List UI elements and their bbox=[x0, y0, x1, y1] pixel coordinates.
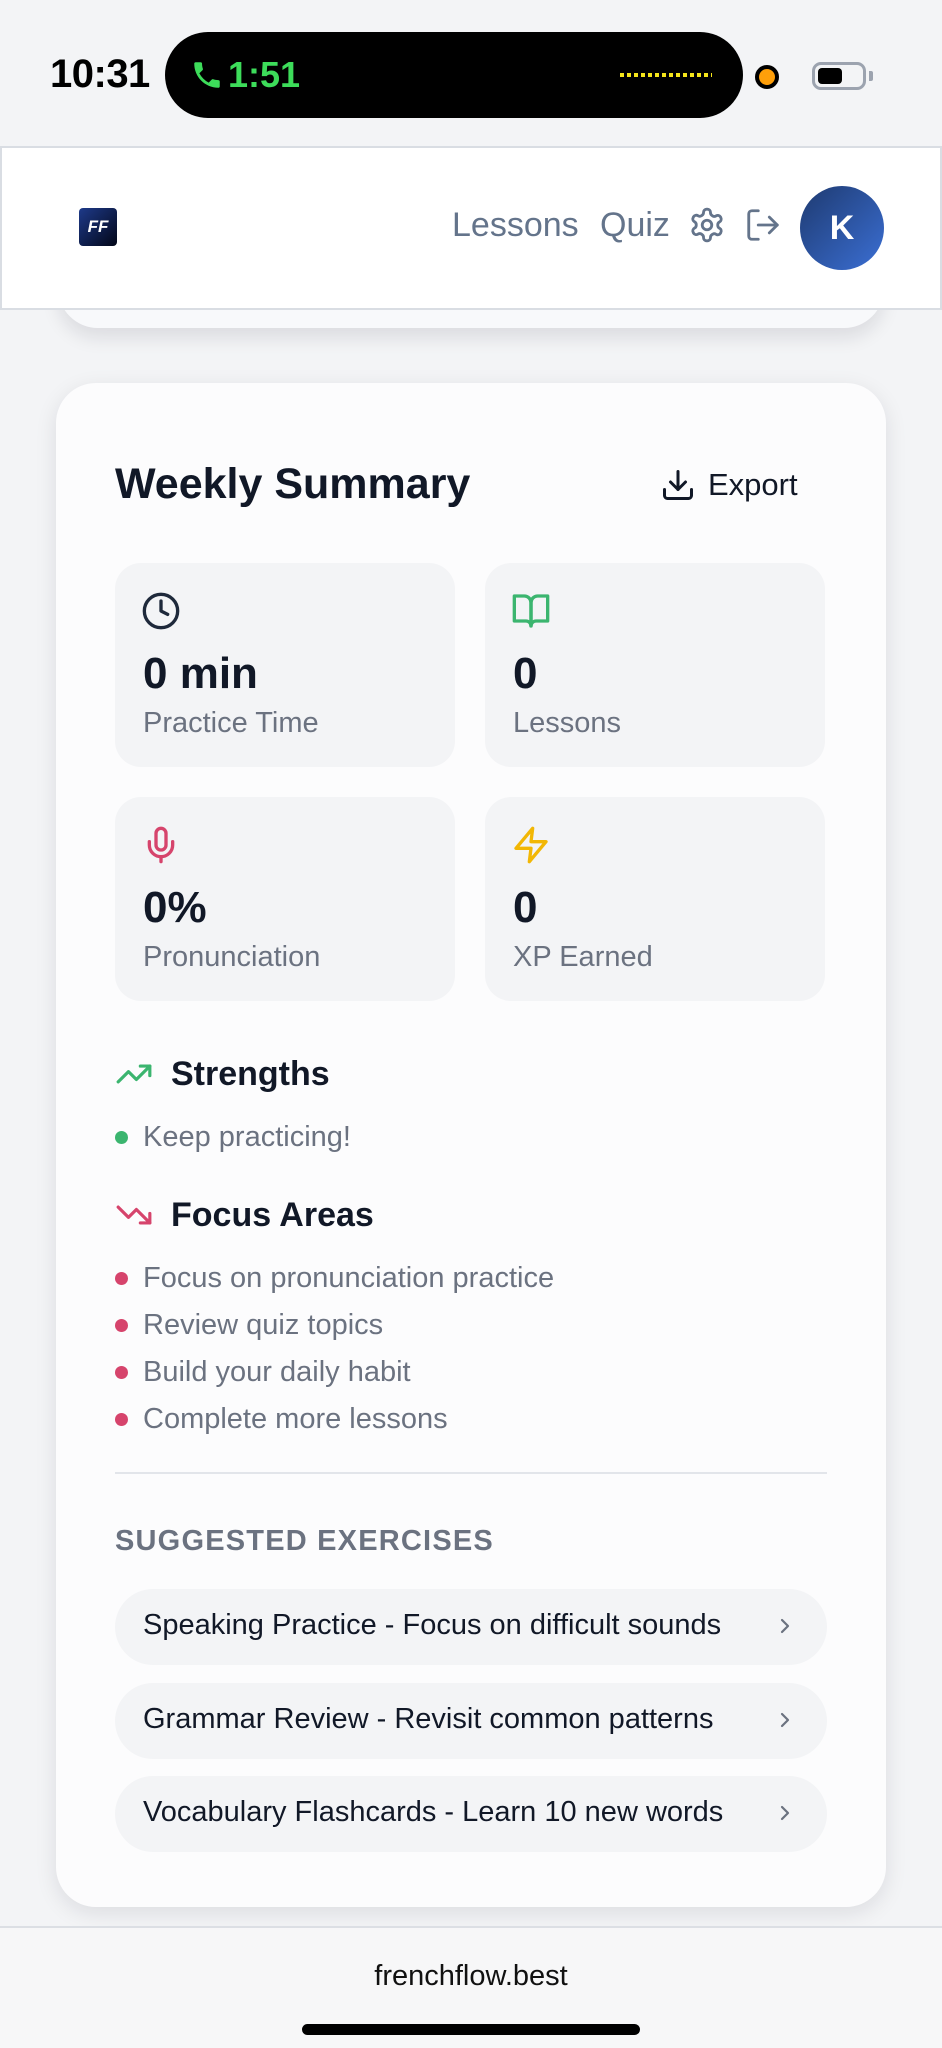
user-avatar[interactable]: K bbox=[800, 186, 884, 270]
stat-value: 0 bbox=[513, 649, 538, 698]
mic-icon bbox=[147, 826, 175, 864]
stat-label: Pronunciation bbox=[143, 941, 321, 973]
export-button[interactable]: Export bbox=[660, 458, 830, 512]
strengths-title: Strengths bbox=[171, 1054, 330, 1093]
exercise-label: Speaking Practice - Focus on difficult s… bbox=[143, 1609, 722, 1641]
stat-xp-earned: 0 XP Earned bbox=[485, 797, 825, 1001]
book-open-icon bbox=[512, 594, 550, 628]
list-item: Complete more lessons bbox=[115, 1399, 554, 1446]
stat-practice-time: 0 min Practice Time bbox=[115, 563, 455, 767]
url-text[interactable]: frenchflow.best bbox=[0, 1960, 942, 1993]
strengths-list: Keep practicing! bbox=[115, 1117, 351, 1164]
settings-gear-icon[interactable] bbox=[688, 206, 726, 244]
focus-areas-title: Focus Areas bbox=[171, 1195, 374, 1234]
call-timer: 1:51 bbox=[228, 54, 301, 95]
list-item: Focus on pronunciation practice bbox=[115, 1258, 554, 1305]
stat-value: 0 bbox=[513, 883, 538, 932]
trending-down-icon bbox=[116, 1205, 152, 1225]
export-label: Export bbox=[708, 467, 798, 502]
stat-label: Lessons bbox=[513, 707, 622, 739]
strengths-heading: Strengths bbox=[115, 1049, 330, 1099]
stat-lessons: 0 Lessons bbox=[485, 563, 825, 767]
zap-icon bbox=[514, 826, 548, 864]
weekly-summary-card: Weekly Summary Export 0 min Practice Tim… bbox=[56, 383, 886, 1907]
chevron-right-icon bbox=[780, 1618, 790, 1634]
exercise-vocabulary-flashcards[interactable]: Vocabulary Flashcards - Learn 10 new wor… bbox=[115, 1776, 827, 1852]
dynamic-island[interactable]: 1:51 bbox=[165, 32, 743, 118]
stat-label: XP Earned bbox=[513, 941, 653, 973]
logout-icon[interactable] bbox=[744, 206, 782, 244]
nav-quiz-link[interactable]: Quiz bbox=[600, 206, 670, 245]
focus-areas-list: Focus on pronunciation practice Review q… bbox=[115, 1258, 554, 1446]
stat-pronunciation: 0% Pronunciation bbox=[115, 797, 455, 1001]
suggested-exercises-title: SUGGESTED EXERCISES bbox=[115, 1525, 494, 1557]
mic-in-use-indicator bbox=[755, 65, 779, 89]
status-bar: 10:31 1:51 bbox=[0, 0, 942, 146]
app-logo[interactable]: FF bbox=[79, 208, 117, 246]
chevron-right-icon bbox=[780, 1712, 790, 1728]
divider bbox=[115, 1472, 827, 1474]
browser-address-bar[interactable]: frenchflow.best bbox=[0, 1926, 942, 2048]
list-item: Keep practicing! bbox=[115, 1117, 351, 1164]
audio-wave-indicator bbox=[620, 73, 712, 77]
exercise-label: Vocabulary Flashcards - Learn 10 new wor… bbox=[143, 1796, 724, 1828]
focus-areas-heading: Focus Areas bbox=[115, 1190, 374, 1240]
phone-icon bbox=[194, 62, 220, 88]
download-icon bbox=[663, 470, 693, 500]
chevron-right-icon bbox=[780, 1805, 790, 1821]
exercise-grammar-review[interactable]: Grammar Review - Revisit common patterns bbox=[115, 1683, 827, 1759]
app-header: FF Lessons Quiz K bbox=[0, 146, 942, 310]
clock-icon bbox=[142, 592, 180, 630]
stat-label: Practice Time bbox=[143, 707, 319, 739]
trending-up-icon bbox=[116, 1064, 152, 1084]
list-item: Review quiz topics bbox=[115, 1305, 554, 1352]
home-indicator[interactable] bbox=[302, 2024, 640, 2035]
list-item: Build your daily habit bbox=[115, 1352, 554, 1399]
exercise-speaking-practice[interactable]: Speaking Practice - Focus on difficult s… bbox=[115, 1589, 827, 1665]
battery-level bbox=[818, 68, 842, 84]
battery-icon bbox=[812, 62, 866, 90]
nav-lessons-link[interactable]: Lessons bbox=[452, 206, 579, 245]
status-time: 10:31 bbox=[50, 52, 150, 96]
stat-value: 0% bbox=[143, 883, 207, 932]
exercise-label: Grammar Review - Revisit common patterns bbox=[143, 1703, 714, 1735]
battery-cap bbox=[869, 71, 873, 81]
stat-value: 0 min bbox=[143, 649, 258, 698]
card-title: Weekly Summary bbox=[115, 460, 471, 508]
